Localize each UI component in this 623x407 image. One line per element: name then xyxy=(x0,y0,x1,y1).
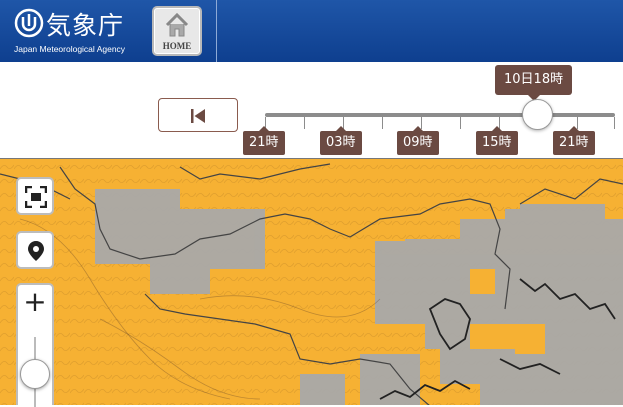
time-slider-track[interactable] xyxy=(265,113,615,117)
tick-label-3: 15時 xyxy=(476,126,518,155)
tick-mark xyxy=(460,117,461,129)
zoom-in-icon: + xyxy=(23,285,47,318)
house-icon xyxy=(165,12,189,37)
zoom-in-button[interactable]: + xyxy=(18,285,52,321)
tick-mark xyxy=(614,117,615,129)
header-divider xyxy=(216,0,217,62)
current-time-label: 10日18時 xyxy=(495,65,573,101)
jma-logo-icon xyxy=(14,8,44,38)
tick-label-2: 09時 xyxy=(397,126,439,155)
home-label: HOME xyxy=(162,41,192,51)
map-canvas xyxy=(0,159,623,405)
agency-name-en: Japan Meteorological Agency xyxy=(14,44,126,54)
tick-mark xyxy=(304,117,305,129)
warning-map[interactable] xyxy=(0,158,623,405)
tick-label-0: 21時 xyxy=(243,126,285,155)
agency-name-ja: 気象庁 xyxy=(46,11,125,40)
fullscreen-icon xyxy=(25,186,47,208)
zoom-slider-handle[interactable] xyxy=(20,359,50,389)
fullscreen-button[interactable] xyxy=(16,177,54,215)
time-slider-handle[interactable] xyxy=(522,99,553,130)
jma-logo[interactable]: 気象庁 Japan Meteorological Agency xyxy=(12,6,142,56)
tick-mark xyxy=(382,117,383,129)
site-header: 気象庁 Japan Meteorological Agency HOME xyxy=(0,0,623,62)
jump-to-first-button[interactable] xyxy=(158,98,238,132)
current-location-button[interactable] xyxy=(16,231,54,269)
tick-label-4: 21時 xyxy=(553,126,595,155)
time-slider-bar: 21時 03時 09時 15時 21時 10日18時 xyxy=(0,62,623,158)
tick-label-1: 03時 xyxy=(320,126,362,155)
zoom-control: + xyxy=(16,283,54,407)
home-button[interactable]: HOME xyxy=(152,6,202,56)
location-pin-icon xyxy=(28,241,44,261)
skip-to-start-icon xyxy=(191,109,205,123)
